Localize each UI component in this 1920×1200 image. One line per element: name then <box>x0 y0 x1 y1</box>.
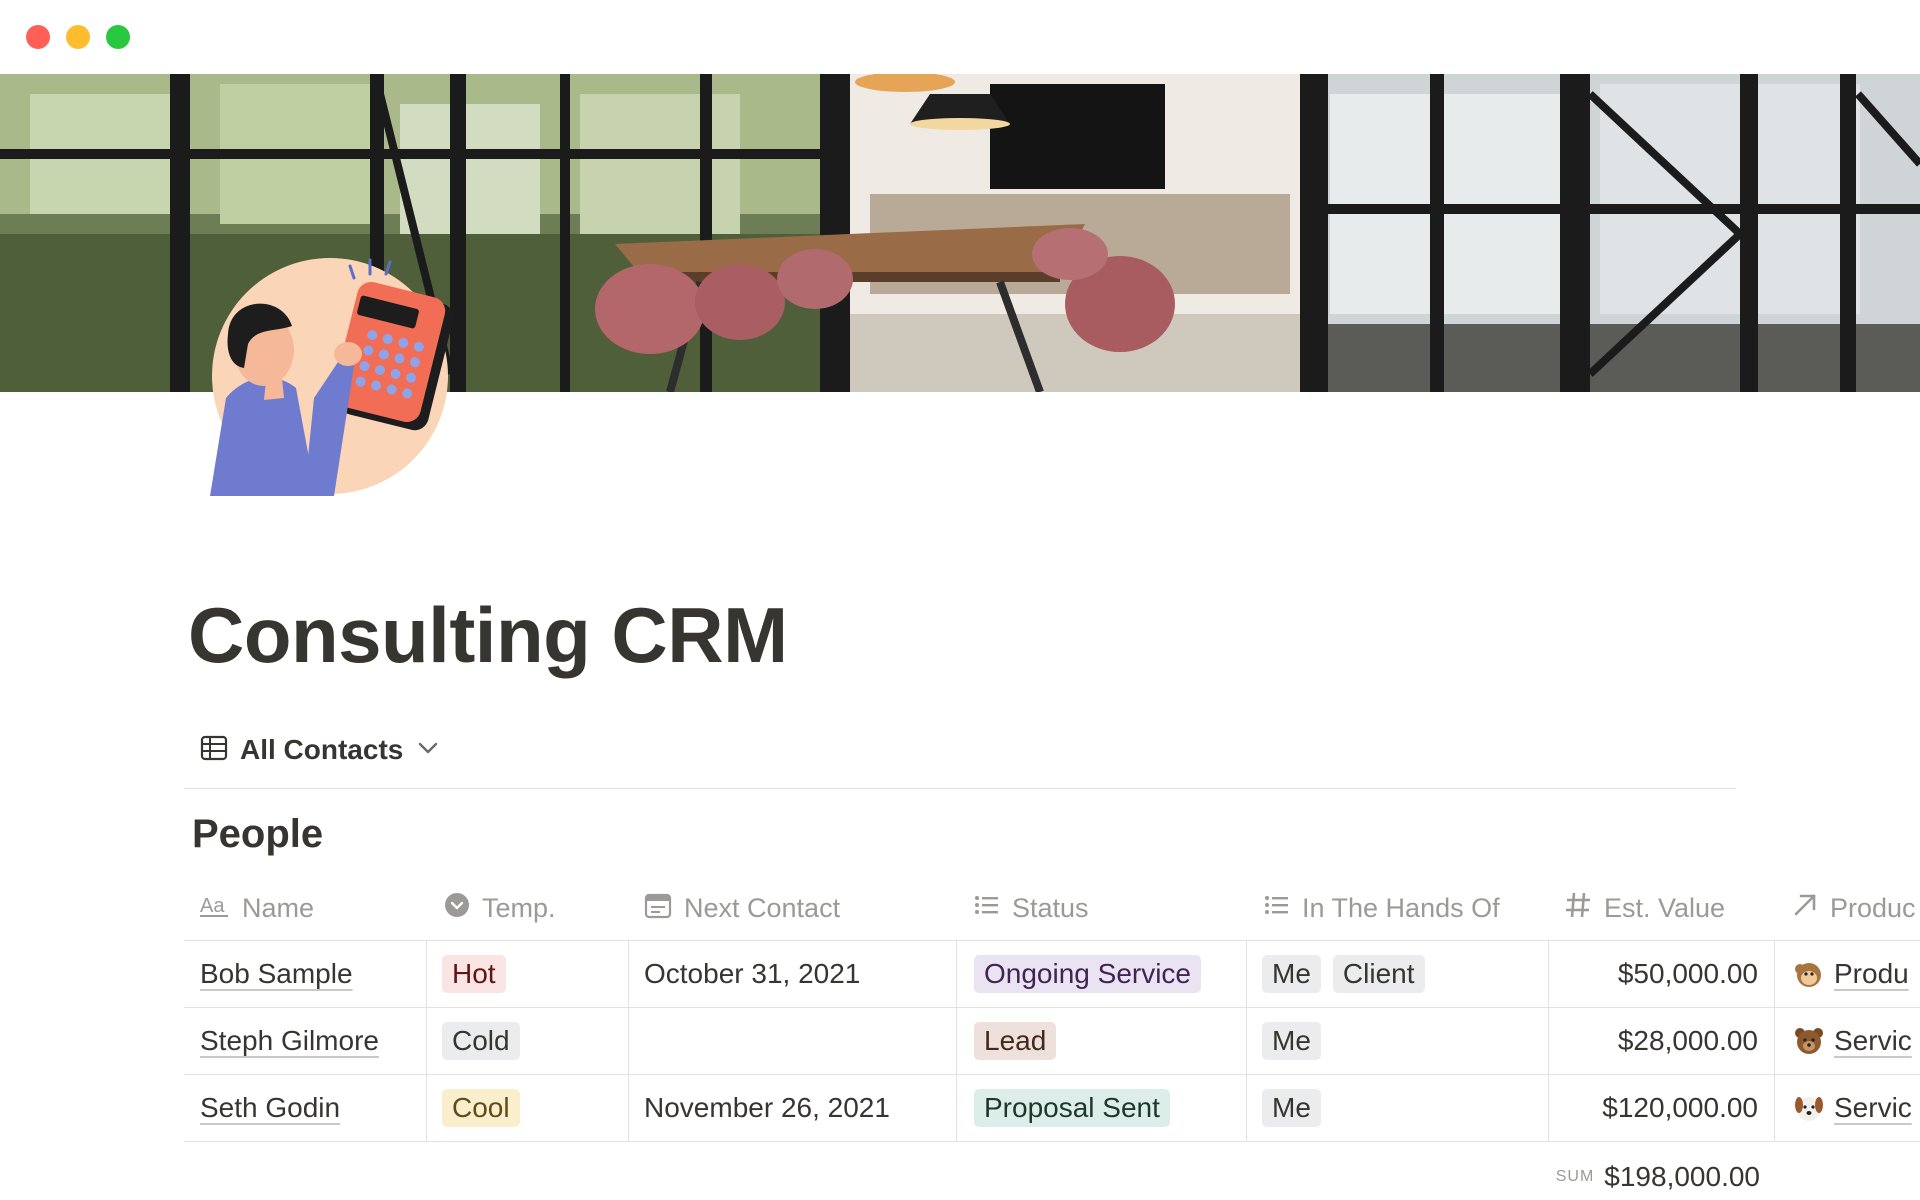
zoom-window-button[interactable] <box>106 25 130 49</box>
est-value[interactable]: $28,000.00 <box>1618 1025 1758 1057</box>
contact-name[interactable]: Bob Sample <box>200 958 353 990</box>
contacts-table: Aa Name Temp. Next Contact Status In The… <box>184 876 1920 1142</box>
product-relation[interactable]: Servic <box>1834 1025 1912 1057</box>
table-view-icon <box>200 734 228 767</box>
status-tag: Lead <box>974 1022 1057 1060</box>
est-value[interactable]: $120,000.00 <box>1602 1092 1758 1124</box>
view-selector[interactable]: All Contacts <box>200 730 441 770</box>
page-title[interactable]: Consulting CRM <box>188 590 788 681</box>
hands-tag: Client <box>1332 955 1425 993</box>
column-header-est-value[interactable]: Est. Value <box>1564 876 1725 940</box>
est-value-sum[interactable]: SUM $198,000.00 <box>1540 1157 1760 1197</box>
dog-emoji-icon <box>1794 1093 1824 1123</box>
next-contact-date[interactable]: October 31, 2021 <box>644 958 860 990</box>
column-header-name[interactable]: Aa Name <box>200 876 314 940</box>
hands-tag: Me <box>1262 1089 1321 1127</box>
table-row[interactable]: Steph Gilmore Cold Lead Me $28,000.00 Se… <box>184 1008 1920 1075</box>
column-header-in-the-hands-of[interactable]: In The Hands Of <box>1264 876 1500 940</box>
minimize-window-button[interactable] <box>66 25 90 49</box>
text-property-icon: Aa <box>200 892 230 925</box>
column-header-status[interactable]: Status <box>974 876 1089 940</box>
column-header-product[interactable]: Produc <box>1792 876 1916 940</box>
select-property-icon <box>444 892 470 925</box>
page-icon-illustration[interactable] <box>204 248 460 496</box>
list-property-icon <box>1264 892 1290 925</box>
relation-arrow-icon <box>1792 892 1818 925</box>
contact-name[interactable]: Seth Godin <box>200 1092 340 1124</box>
status-tag: Ongoing Service <box>974 955 1202 993</box>
sum-value: $198,000.00 <box>1604 1161 1760 1192</box>
status-tag: Proposal Sent <box>974 1089 1170 1127</box>
est-value[interactable]: $50,000.00 <box>1618 958 1758 990</box>
table-row[interactable]: Bob Sample Hot October 31, 2021 Ongoing … <box>184 941 1920 1008</box>
svg-text:Aa: Aa <box>200 895 225 917</box>
column-label: Next Contact <box>684 892 841 923</box>
hands-tag: Me <box>1262 1022 1321 1060</box>
column-label: In The Hands Of <box>1302 892 1500 923</box>
contact-name[interactable]: Steph Gilmore <box>200 1025 379 1057</box>
view-label: All Contacts <box>240 734 404 765</box>
table-row[interactable]: Seth Godin Cool November 26, 2021 Propos… <box>184 1075 1920 1142</box>
column-label: Produc <box>1830 892 1916 923</box>
column-label: Est. Value <box>1604 892 1726 923</box>
hands-tag: Me <box>1262 955 1321 993</box>
table-header: Aa Name Temp. Next Contact Status In The… <box>184 876 1920 941</box>
window-titlebar <box>0 0 1920 74</box>
close-window-button[interactable] <box>26 25 50 49</box>
sum-label: SUM <box>1555 1168 1595 1185</box>
list-property-icon <box>974 892 1000 925</box>
temp-tag: Cold <box>442 1022 520 1060</box>
product-relation[interactable]: Produ <box>1834 958 1909 990</box>
calendar-property-icon <box>644 891 672 926</box>
next-contact-date[interactable]: November 26, 2021 <box>644 1092 890 1124</box>
chevron-down-icon <box>415 735 441 766</box>
column-header-next-contact[interactable]: Next Contact <box>644 876 840 940</box>
view-divider <box>184 788 1736 789</box>
column-label: Status <box>1012 892 1089 923</box>
column-label: Temp. <box>482 892 556 923</box>
monkey-emoji-icon <box>1794 959 1824 989</box>
temp-tag: Hot <box>442 955 506 993</box>
temp-tag: Cool <box>442 1089 520 1127</box>
column-label: Name <box>242 892 315 923</box>
column-header-temp[interactable]: Temp. <box>444 876 556 940</box>
bear-emoji-icon <box>1794 1026 1824 1056</box>
database-title[interactable]: People <box>192 812 323 857</box>
number-property-icon <box>1564 891 1592 926</box>
product-relation[interactable]: Servic <box>1834 1092 1912 1124</box>
